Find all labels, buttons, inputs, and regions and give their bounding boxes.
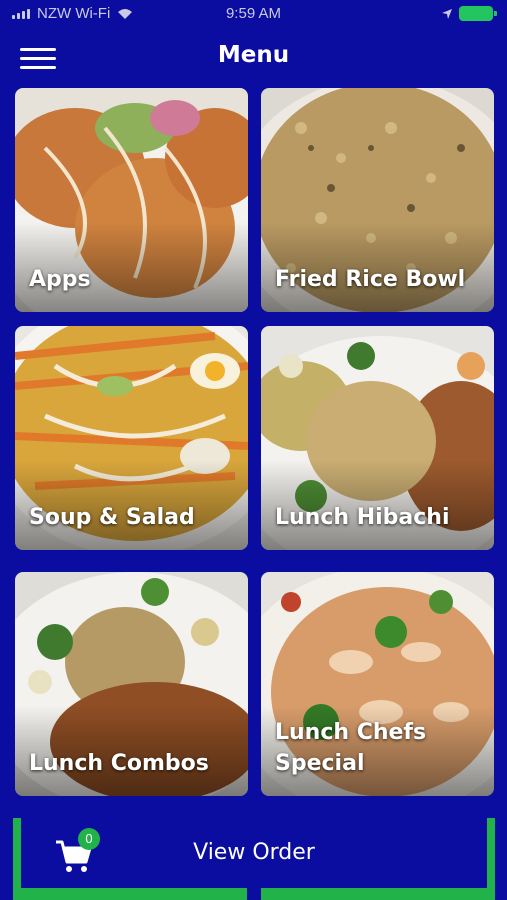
category-tile-apps[interactable]: Apps — [15, 88, 248, 312]
status-bar: NZW Wi-Fi 9:59 AM — [0, 0, 507, 32]
nav-header: Menu — [0, 36, 507, 80]
category-tile-lunch-hibachi[interactable]: Lunch Hibachi — [261, 326, 494, 550]
battery-icon — [459, 6, 497, 21]
category-label: Apps — [29, 267, 91, 293]
status-right — [441, 6, 497, 21]
category-label: Soup & Salad — [29, 505, 195, 531]
category-tile-soup-salad[interactable]: Soup & Salad — [15, 326, 248, 550]
category-tile-lunch-combos[interactable]: Lunch Combos — [15, 572, 248, 796]
category-tile-fried-rice-bowl[interactable]: Fried Rice Bowl — [261, 88, 494, 312]
view-order-button[interactable]: 0 View Order — [13, 818, 495, 900]
category-tile-lunch-chefs-special[interactable]: Lunch Chefs Special — [261, 572, 494, 796]
category-label: Lunch Hibachi — [275, 505, 450, 531]
status-time: 9:59 AM — [225, 5, 282, 22]
page-title: Menu — [217, 42, 290, 68]
category-label: Lunch Chefs Special — [275, 720, 427, 777]
view-order-label: View Order — [193, 840, 315, 865]
category-label: Lunch Combos — [29, 751, 209, 777]
category-label: Fried Rice Bowl — [275, 267, 466, 293]
location-icon — [442, 8, 452, 19]
